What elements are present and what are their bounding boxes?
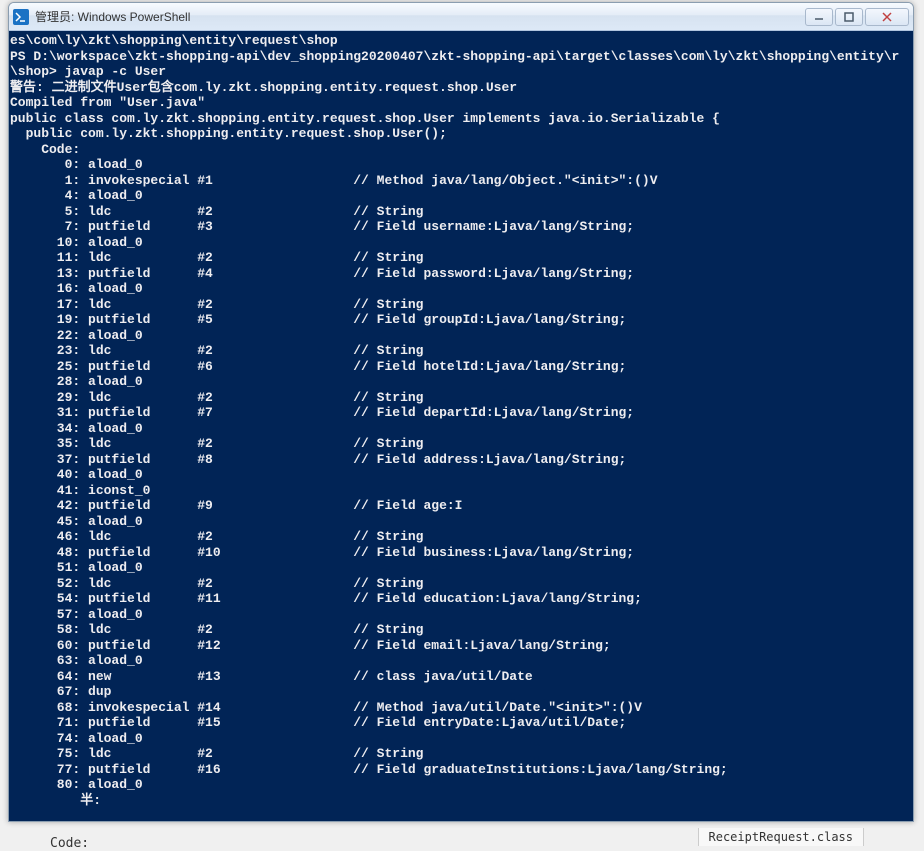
- terminal-line: \shop> javap -c User: [10, 64, 912, 80]
- terminal-line: 46: ldc #2 // String: [10, 529, 912, 545]
- terminal-line: public com.ly.zkt.shopping.entity.reques…: [10, 126, 912, 142]
- terminal-line: 54: putfield #11 // Field education:Ljav…: [10, 591, 912, 607]
- terminal-line: 35: ldc #2 // String: [10, 436, 912, 452]
- terminal-line: es\com\ly\zkt\shopping\entity\request\sh…: [10, 33, 912, 49]
- terminal-line: 13: putfield #4 // Field password:Ljava/…: [10, 266, 912, 282]
- bg-file-tab[interactable]: ReceiptRequest.class: [698, 828, 865, 846]
- terminal-line: 31: putfield #7 // Field departId:Ljava/…: [10, 405, 912, 421]
- terminal-line: 29: ldc #2 // String: [10, 390, 912, 406]
- terminal-line: 28: aload_0: [10, 374, 912, 390]
- terminal-line: 67: dup: [10, 684, 912, 700]
- terminal-line: 16: aload_0: [10, 281, 912, 297]
- powershell-icon: [13, 9, 29, 25]
- bg-code-label: Code:: [50, 836, 89, 851]
- terminal-line: 半:: [10, 793, 912, 809]
- terminal-line: 60: putfield #12 // Field email:Ljava/la…: [10, 638, 912, 654]
- terminal-line: 23: ldc #2 // String: [10, 343, 912, 359]
- terminal-line: 42: putfield #9 // Field age:I: [10, 498, 912, 514]
- terminal-line: 37: putfield #8 // Field address:Ljava/l…: [10, 452, 912, 468]
- window-title: 管理员: Windows PowerShell: [35, 8, 803, 25]
- terminal-line: 51: aload_0: [10, 560, 912, 576]
- terminal-line: 5: ldc #2 // String: [10, 204, 912, 220]
- terminal-line: 11: ldc #2 // String: [10, 250, 912, 266]
- terminal-line: Compiled from "User.java": [10, 95, 912, 111]
- terminal-line: PS D:\workspace\zkt-shopping-api\dev_sho…: [10, 49, 912, 65]
- powershell-window: 管理员: Windows PowerShell es\com\ly\zkt\sh…: [8, 2, 914, 822]
- terminal-line: 68: invokespecial #14 // Method java/uti…: [10, 700, 912, 716]
- terminal-line: 7: putfield #3 // Field username:Ljava/l…: [10, 219, 912, 235]
- terminal-line: 63: aload_0: [10, 653, 912, 669]
- terminal-line: 1: invokespecial #1 // Method java/lang/…: [10, 173, 912, 189]
- terminal-line: 48: putfield #10 // Field business:Ljava…: [10, 545, 912, 561]
- terminal-line: Code:: [10, 142, 912, 158]
- terminal-line: 10: aload_0: [10, 235, 912, 251]
- terminal-line: 64: new #13 // class java/util/Date: [10, 669, 912, 685]
- terminal-output[interactable]: es\com\ly\zkt\shopping\entity\request\sh…: [9, 31, 913, 821]
- terminal-line: public class com.ly.zkt.shopping.entity.…: [10, 111, 912, 127]
- terminal-line: 4: aload_0: [10, 188, 912, 204]
- terminal-line: 34: aload_0: [10, 421, 912, 437]
- maximize-button[interactable]: [835, 8, 863, 26]
- window-controls: [803, 8, 909, 26]
- terminal-line: 40: aload_0: [10, 467, 912, 483]
- terminal-line: 17: ldc #2 // String: [10, 297, 912, 313]
- terminal-line: 52: ldc #2 // String: [10, 576, 912, 592]
- terminal-line: 45: aload_0: [10, 514, 912, 530]
- terminal-line: 77: putfield #16 // Field graduateInstit…: [10, 762, 912, 778]
- terminal-line: 警告: 二进制文件User包含com.ly.zkt.shopping.entit…: [10, 80, 912, 96]
- minimize-button[interactable]: [805, 8, 833, 26]
- terminal-line: 80: aload_0: [10, 777, 912, 793]
- terminal-line: 0: aload_0: [10, 157, 912, 173]
- terminal-line: 75: ldc #2 // String: [10, 746, 912, 762]
- terminal-line: 25: putfield #6 // Field hotelId:Ljava/l…: [10, 359, 912, 375]
- close-button[interactable]: [865, 8, 909, 26]
- titlebar[interactable]: 管理员: Windows PowerShell: [9, 3, 913, 31]
- terminal-line: 71: putfield #15 // Field entryDate:Ljav…: [10, 715, 912, 731]
- terminal-line: 22: aload_0: [10, 328, 912, 344]
- terminal-line: 57: aload_0: [10, 607, 912, 623]
- terminal-line: 58: ldc #2 // String: [10, 622, 912, 638]
- terminal-line: 41: iconst_0: [10, 483, 912, 499]
- terminal-line: 19: putfield #5 // Field groupId:Ljava/l…: [10, 312, 912, 328]
- terminal-line: 74: aload_0: [10, 731, 912, 747]
